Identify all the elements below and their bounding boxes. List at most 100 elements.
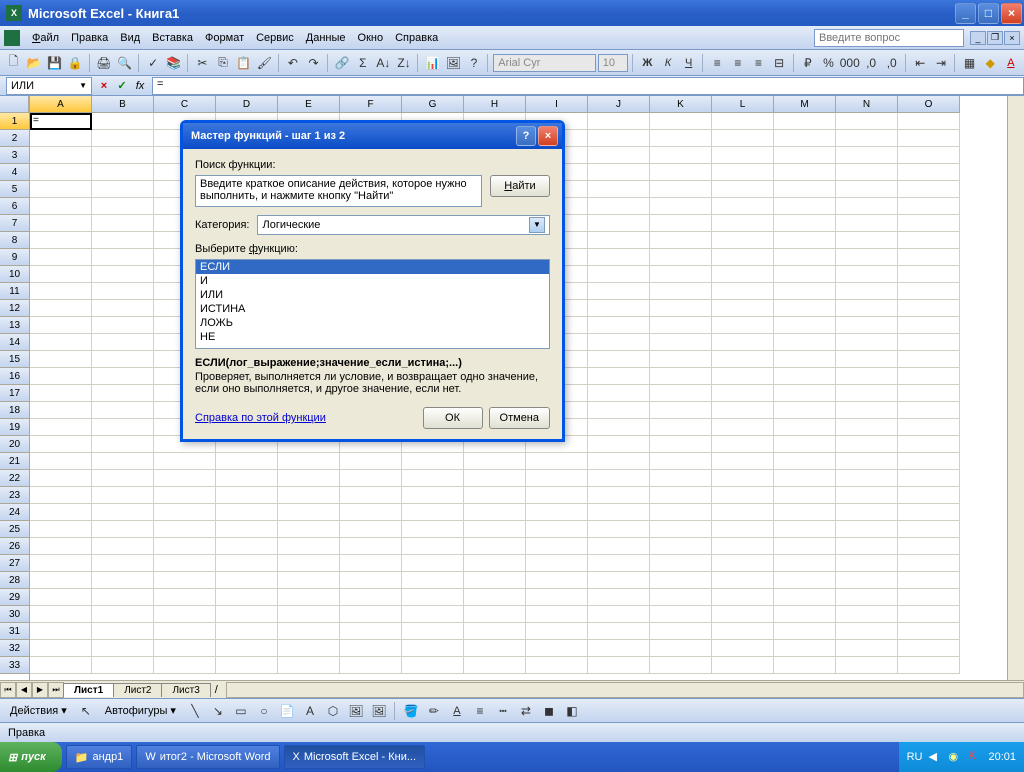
autoshapes-menu[interactable]: Автофигуры ▾	[99, 702, 182, 719]
cell[interactable]	[92, 419, 154, 436]
actions-menu[interactable]: Действия ▾	[4, 702, 73, 719]
cell[interactable]	[154, 589, 216, 606]
cell[interactable]	[650, 640, 712, 657]
cell[interactable]	[30, 487, 92, 504]
cell[interactable]	[92, 657, 154, 674]
cell[interactable]	[836, 555, 898, 572]
cell[interactable]	[340, 657, 402, 674]
function-list-item[interactable]: И	[196, 274, 549, 288]
cell[interactable]	[588, 385, 650, 402]
wordart-icon[interactable]: A	[300, 701, 320, 721]
cell[interactable]	[526, 453, 588, 470]
cell[interactable]	[30, 453, 92, 470]
cell[interactable]	[712, 487, 774, 504]
cell[interactable]	[712, 538, 774, 555]
font-size-combo[interactable]: 10	[598, 54, 628, 72]
cell[interactable]	[588, 589, 650, 606]
row-header[interactable]: 9	[0, 249, 29, 266]
cell[interactable]	[30, 181, 92, 198]
row-header[interactable]: 24	[0, 504, 29, 521]
cell[interactable]	[588, 487, 650, 504]
cell[interactable]	[278, 657, 340, 674]
cell[interactable]	[340, 538, 402, 555]
shadow-icon[interactable]: ◼	[539, 701, 559, 721]
column-header[interactable]: C	[154, 96, 216, 113]
cell[interactable]	[588, 538, 650, 555]
cell[interactable]	[650, 402, 712, 419]
cell[interactable]	[92, 487, 154, 504]
hyperlink-icon[interactable]: 🔗	[333, 53, 352, 73]
doc-restore-button[interactable]: ❐	[987, 31, 1003, 45]
cell[interactable]	[898, 283, 960, 300]
tab-last-icon[interactable]: ⏭	[48, 682, 64, 698]
column-header[interactable]: A	[30, 96, 92, 113]
cell[interactable]	[30, 555, 92, 572]
cell[interactable]	[588, 657, 650, 674]
cell[interactable]	[526, 487, 588, 504]
cell[interactable]	[712, 113, 774, 130]
close-button[interactable]: ×	[1001, 3, 1022, 24]
cell[interactable]	[92, 623, 154, 640]
cell[interactable]	[650, 164, 712, 181]
cell[interactable]	[464, 470, 526, 487]
cell[interactable]	[588, 283, 650, 300]
italic-icon[interactable]: К	[659, 53, 678, 73]
redo-icon[interactable]: ↷	[304, 53, 323, 73]
vertical-scrollbar[interactable]	[1007, 96, 1024, 680]
cell[interactable]	[712, 657, 774, 674]
menu-window[interactable]: Окно	[352, 30, 390, 46]
cell[interactable]	[154, 606, 216, 623]
cell[interactable]	[774, 198, 836, 215]
cell[interactable]	[836, 572, 898, 589]
ask-question-box[interactable]	[814, 29, 964, 47]
cell[interactable]	[588, 521, 650, 538]
row-header[interactable]: 13	[0, 317, 29, 334]
cell[interactable]	[154, 504, 216, 521]
cell[interactable]	[836, 232, 898, 249]
cell[interactable]	[464, 504, 526, 521]
cell[interactable]	[774, 351, 836, 368]
row-header[interactable]: 12	[0, 300, 29, 317]
language-indicator[interactable]: RU	[907, 751, 923, 763]
horizontal-scrollbar[interactable]	[226, 682, 1024, 698]
cell[interactable]	[92, 606, 154, 623]
font-color-draw-icon[interactable]: A	[447, 701, 467, 721]
cell[interactable]	[278, 623, 340, 640]
cell[interactable]	[712, 385, 774, 402]
cell[interactable]	[526, 623, 588, 640]
autosum-icon[interactable]: Σ	[353, 53, 372, 73]
row-header[interactable]: 15	[0, 351, 29, 368]
menu-format[interactable]: Формат	[199, 30, 250, 46]
cell[interactable]	[836, 589, 898, 606]
cell[interactable]	[30, 351, 92, 368]
cell[interactable]	[216, 589, 278, 606]
cell[interactable]	[712, 215, 774, 232]
cell[interactable]	[836, 606, 898, 623]
cell[interactable]	[216, 555, 278, 572]
cell[interactable]	[464, 657, 526, 674]
cell[interactable]	[836, 368, 898, 385]
tab-first-icon[interactable]: ⏮	[0, 682, 16, 698]
cell[interactable]	[898, 572, 960, 589]
menu-view[interactable]: Вид	[114, 30, 146, 46]
cell[interactable]	[712, 470, 774, 487]
cell[interactable]	[92, 538, 154, 555]
function-list-item[interactable]: НЕ	[196, 330, 549, 344]
dialog-close-button[interactable]: ×	[538, 126, 558, 146]
cell[interactable]	[898, 504, 960, 521]
cell[interactable]	[898, 164, 960, 181]
cell[interactable]	[774, 232, 836, 249]
cancel-button[interactable]: Отмена	[489, 407, 550, 429]
cell[interactable]	[30, 436, 92, 453]
cell[interactable]	[588, 470, 650, 487]
cell[interactable]	[774, 300, 836, 317]
cell[interactable]	[154, 640, 216, 657]
cell[interactable]	[712, 164, 774, 181]
cell[interactable]	[216, 657, 278, 674]
cell[interactable]	[836, 623, 898, 640]
cell[interactable]	[898, 487, 960, 504]
column-header[interactable]: B	[92, 96, 154, 113]
menu-help[interactable]: Справка	[389, 30, 444, 46]
cell[interactable]	[774, 113, 836, 130]
cell[interactable]	[650, 521, 712, 538]
